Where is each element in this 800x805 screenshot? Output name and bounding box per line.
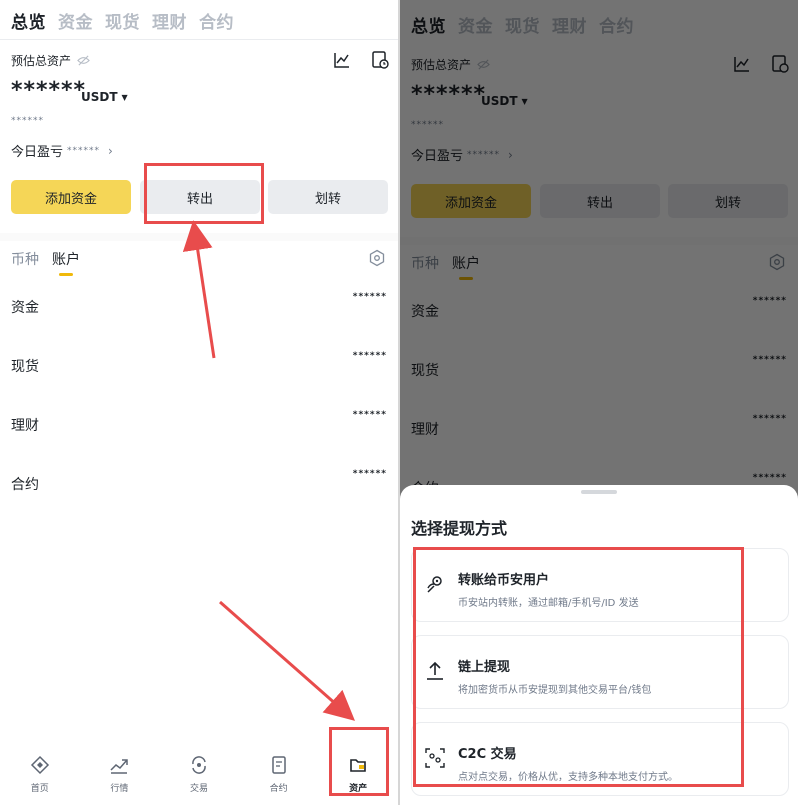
arrow-to-withdraw xyxy=(182,220,216,359)
annotation-arrows xyxy=(182,220,356,721)
arrow-to-assets xyxy=(219,600,356,721)
